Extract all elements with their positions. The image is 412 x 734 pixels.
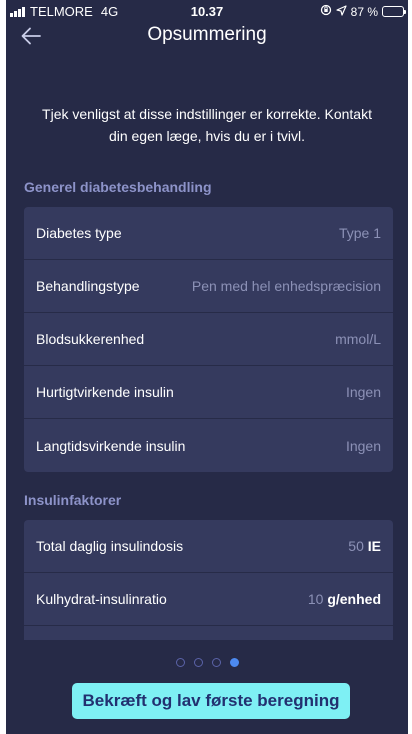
row-label: Blodsukkerenhed [36, 331, 145, 347]
row-value-unit: g/enhed [327, 591, 381, 607]
location-arrow-icon [336, 4, 347, 19]
row-treatment-type[interactable]: Behandlingstype Pen med hel enhedspræcis… [24, 260, 393, 313]
row-label: Langtidsvirkende insulin [36, 437, 186, 454]
row-value: Ingen [345, 384, 381, 400]
row-label: Kulhydrat-insulinratio [36, 591, 167, 607]
row-rapid-insulin[interactable]: Hurtigtvirkende insulin Ingen [24, 366, 393, 419]
confirm-calculate-button[interactable]: Bekræft og lav første beregning [72, 683, 350, 719]
status-bar: TELMORE 4G 10.37 87 % [6, 0, 408, 22]
row-value: 50 IE [348, 538, 381, 554]
page-dot-2[interactable] [193, 658, 203, 667]
row-value-number: 10 [307, 591, 324, 607]
row-value: 10 g/enhed [308, 591, 381, 607]
status-right: 87 % [320, 4, 406, 19]
row-label: Total daglig insulindosis [36, 538, 184, 554]
insulin-factors-card: Total daglig insulindosis 50 IE Kulhydra… [24, 520, 393, 650]
row-diabetes-type[interactable]: Diabetes type Type 1 [24, 207, 393, 260]
row-value-number: 50 [348, 538, 364, 554]
section-title-general: Generel diabetesbehandling [24, 179, 212, 195]
page-title: Opsummering [147, 24, 267, 45]
row-long-acting-insulin[interactable]: Langtidsvirkende insulin Ingen [24, 419, 393, 472]
screen-lock-icon [320, 4, 332, 19]
section-title-insulin: Insulinfaktorer [24, 492, 122, 508]
row-blood-sugar-unit[interactable]: Blodsukkerenhed mmol/L [24, 313, 393, 366]
page-dot-4[interactable] [229, 658, 239, 667]
page-indicator [6, 658, 408, 667]
row-label: Diabetes type [36, 225, 122, 241]
page-dot-3[interactable] [211, 658, 221, 667]
nav-bar: Opsummering [6, 20, 408, 52]
intro-line-2: din egen læge, hvis du er i tvivl. [108, 128, 306, 144]
row-value: Type 1 [338, 225, 381, 241]
page-dot-1[interactable] [175, 658, 185, 667]
row-total-daily-dose[interactable]: Total daglig insulindosis 50 IE [24, 520, 393, 573]
row-value: Ingen [345, 437, 381, 454]
row-value: Pen med hel enhedspræcision [191, 278, 381, 294]
row-label: Hurtigtvirkende insulin [36, 384, 174, 400]
battery-percent: 87 % [350, 4, 378, 19]
general-settings-card: Diabetes type Type 1 Behandlingstype Pen… [24, 207, 393, 472]
intro-text: Tjek venligst at disse indstillinger er … [20, 103, 394, 147]
row-label: Behandlingstype [36, 278, 140, 294]
app-screen: TELMORE 4G 10.37 87 % Opsummering Tjek v… [6, 0, 408, 734]
intro-line-1: Tjek venligst at disse indstillinger er … [42, 106, 372, 122]
row-carb-ratio[interactable]: Kulhydrat-insulinratio 10 g/enhed [24, 573, 393, 626]
row-value-unit: IE [367, 538, 381, 554]
battery-icon [382, 6, 406, 17]
row-value: mmol/L [335, 331, 381, 347]
